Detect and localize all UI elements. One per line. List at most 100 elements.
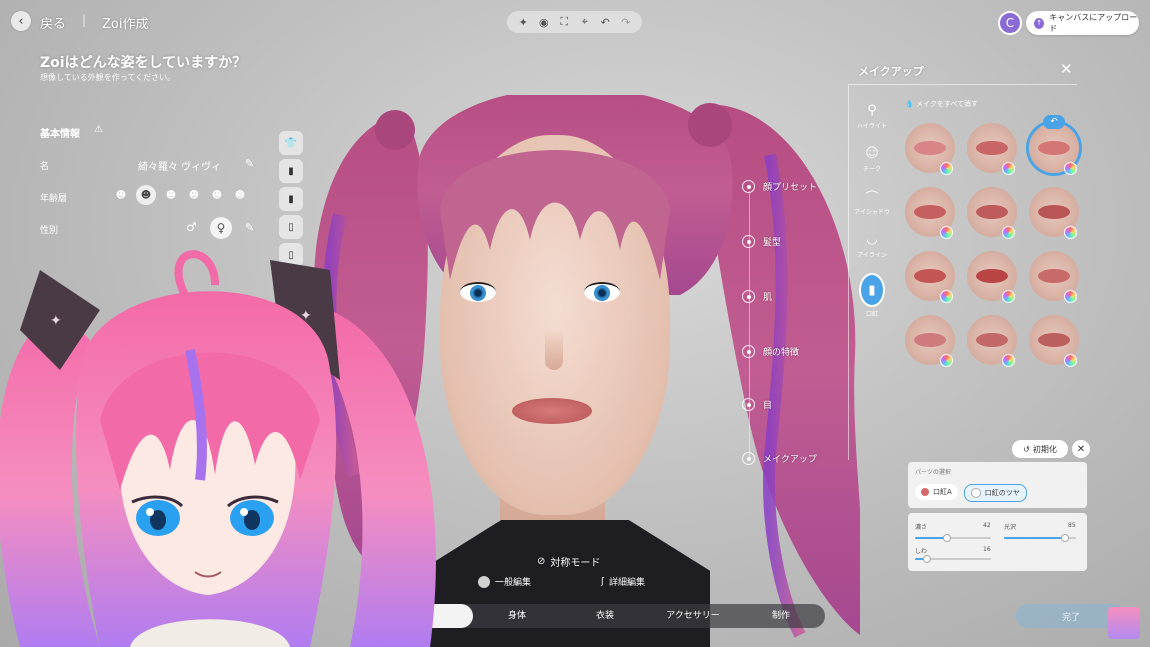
- lipstick-icon: ▮: [859, 273, 885, 307]
- part-lipstick-a[interactable]: 口紅A: [915, 484, 958, 500]
- reset-button[interactable]: ↺ 初期化: [1012, 440, 1068, 458]
- avatar[interactable]: [1108, 607, 1140, 639]
- undo-icon[interactable]: ↶: [1043, 115, 1065, 129]
- lip-swatch: [976, 269, 1008, 283]
- lip-preset[interactable]: [1029, 251, 1079, 303]
- color-wheel-icon[interactable]: [1064, 162, 1077, 175]
- lip-preset[interactable]: [1029, 187, 1079, 239]
- edit-gender-icon[interactable]: ✎: [243, 221, 256, 234]
- category-face-features[interactable]: 顔の特徴: [742, 345, 799, 358]
- camera-icon[interactable]: ◉: [536, 14, 552, 30]
- age-child-icon[interactable]: ☻: [113, 187, 129, 203]
- lip-swatch: [914, 269, 946, 283]
- tab-outfit[interactable]: 衣装: [561, 604, 649, 628]
- male-icon[interactable]: ♂: [186, 220, 197, 234]
- tab-accessory[interactable]: アクセサリー: [649, 604, 737, 628]
- name-value: 綺々羅々 ヴィヴィ: [138, 162, 222, 173]
- category-makeup[interactable]: メイクアップ: [742, 452, 817, 465]
- color-wheel-icon[interactable]: [1064, 290, 1077, 303]
- makeup-cat-eyeshadow[interactable]: ⌒ アイシャドウ: [852, 187, 892, 217]
- color-wheel-icon[interactable]: [1002, 354, 1015, 367]
- age-middle-icon[interactable]: ☻: [186, 187, 202, 203]
- tab-body[interactable]: 身体: [473, 604, 561, 628]
- right-eye: [584, 282, 620, 302]
- outfit-thumb-icon[interactable]: ▮: [279, 187, 303, 211]
- age-young-icon[interactable]: ☻: [136, 185, 156, 205]
- slider-density[interactable]: [915, 534, 991, 542]
- back-button[interactable]: ‹: [11, 11, 31, 31]
- breadcrumb: Zoi作成: [102, 17, 149, 32]
- makeup-cat-cheek[interactable]: ☺ チーク: [852, 144, 892, 174]
- makeup-cat-lipstick[interactable]: ▮ 口紅: [852, 273, 892, 318]
- back-label[interactable]: 戻る: [40, 13, 66, 32]
- category-eyes[interactable]: 目: [742, 398, 772, 411]
- tab-detailed-edit[interactable]: ʃ 詳細編集: [601, 575, 645, 589]
- color-wheel-icon[interactable]: [940, 162, 953, 175]
- age-adult-icon[interactable]: ☻: [163, 187, 179, 203]
- lip-preset[interactable]: [905, 251, 955, 303]
- lip-preset[interactable]: [967, 251, 1017, 303]
- upload-canvas-button[interactable]: ↑ キャンバスにアップロード: [1026, 11, 1139, 35]
- character-lips: [512, 398, 592, 424]
- category-face-preset[interactable]: 顔プリセット: [742, 180, 817, 193]
- lip-preset[interactable]: [967, 123, 1017, 175]
- lip-swatch: [914, 333, 946, 347]
- color-wheel-icon[interactable]: [1002, 290, 1015, 303]
- parts-title: パーツの選択: [915, 469, 951, 476]
- warning-icon[interactable]: ⚠: [94, 124, 103, 135]
- outfit-thumb-icon[interactable]: 👕: [279, 131, 303, 155]
- lip-preset[interactable]: [967, 187, 1017, 239]
- page-title: Zoiはどんな姿をしていますか？: [40, 55, 247, 71]
- makeup-sliders: 濃さ 42 光沢 85 しわ 16: [908, 513, 1087, 571]
- makeup-title: メイクアップ: [858, 65, 924, 78]
- tab-general-edit[interactable]: 一般編集: [478, 575, 531, 588]
- symmetry-toggle[interactable]: ⊘ 対称モード: [537, 554, 600, 569]
- tab-create[interactable]: 制作: [737, 604, 825, 628]
- clear-all-makeup-button[interactable]: 💧 メイクをすべて消す: [905, 99, 978, 109]
- lip-swatch: [1038, 141, 1070, 155]
- undo-icon[interactable]: ↶: [597, 14, 613, 30]
- lip-preset[interactable]: [967, 315, 1017, 367]
- highlight-icon: ⚲: [867, 102, 877, 118]
- sparkle-icon[interactable]: ✦: [515, 14, 531, 30]
- slider-gloss[interactable]: [1004, 534, 1076, 542]
- color-wheel-icon[interactable]: [1064, 354, 1077, 367]
- outfit-thumbnails: 👕 ▮ ▮ ▯ ▯: [279, 131, 303, 267]
- lip-preset[interactable]: [905, 187, 955, 239]
- lip-preset[interactable]: [1029, 315, 1079, 367]
- character-nose: [545, 330, 563, 370]
- part-lip-gloss[interactable]: 口紅のツヤ: [963, 484, 1027, 502]
- close-icon[interactable]: ✕: [1060, 60, 1073, 78]
- color-wheel-icon[interactable]: [940, 290, 953, 303]
- lip-preset[interactable]: [905, 315, 955, 367]
- makeup-cat-highlight[interactable]: ⚲ ハイライト: [852, 101, 892, 131]
- lip-preset-selected[interactable]: ↶: [1029, 115, 1079, 175]
- credit-badge[interactable]: C: [998, 11, 1022, 35]
- slider-wrinkle-label: しわ: [915, 548, 928, 555]
- color-wheel-icon[interactable]: [1002, 162, 1015, 175]
- age-elder-icon[interactable]: ☻: [232, 187, 248, 203]
- female-icon[interactable]: ♀: [210, 217, 232, 239]
- category-hairstyle[interactable]: 髪型: [742, 235, 781, 248]
- detail-edit-icon: ʃ: [601, 576, 605, 587]
- slider-gloss-value: 85: [1068, 522, 1076, 529]
- lip-preset-grid: ↶: [905, 115, 1079, 367]
- color-wheel-icon[interactable]: [1002, 226, 1015, 239]
- slider-wrinkle[interactable]: [915, 555, 991, 563]
- color-wheel-icon[interactable]: [940, 226, 953, 239]
- color-wheel-icon[interactable]: [1064, 226, 1077, 239]
- fullscreen-icon[interactable]: ⛶: [556, 14, 572, 30]
- category-connector-line: [749, 191, 750, 459]
- color-wheel-icon[interactable]: [940, 354, 953, 367]
- outfit-thumb-icon[interactable]: ▮: [279, 159, 303, 183]
- category-skin[interactable]: 肌: [742, 290, 772, 303]
- redo-icon[interactable]: ↷: [618, 14, 634, 30]
- lip-preset[interactable]: [905, 123, 955, 175]
- makeup-cat-eyeliner[interactable]: ◡ アイライン: [852, 230, 892, 260]
- focus-icon[interactable]: ⌖: [577, 14, 593, 30]
- edit-mode-tabs: 一般編集 ʃ 詳細編集: [478, 575, 645, 588]
- age-senior-icon[interactable]: ☻: [209, 187, 225, 203]
- close-icon[interactable]: ✕: [1072, 440, 1090, 458]
- edit-name-icon[interactable]: ✎: [243, 157, 256, 170]
- outfit-thumb-icon[interactable]: ▯: [279, 215, 303, 239]
